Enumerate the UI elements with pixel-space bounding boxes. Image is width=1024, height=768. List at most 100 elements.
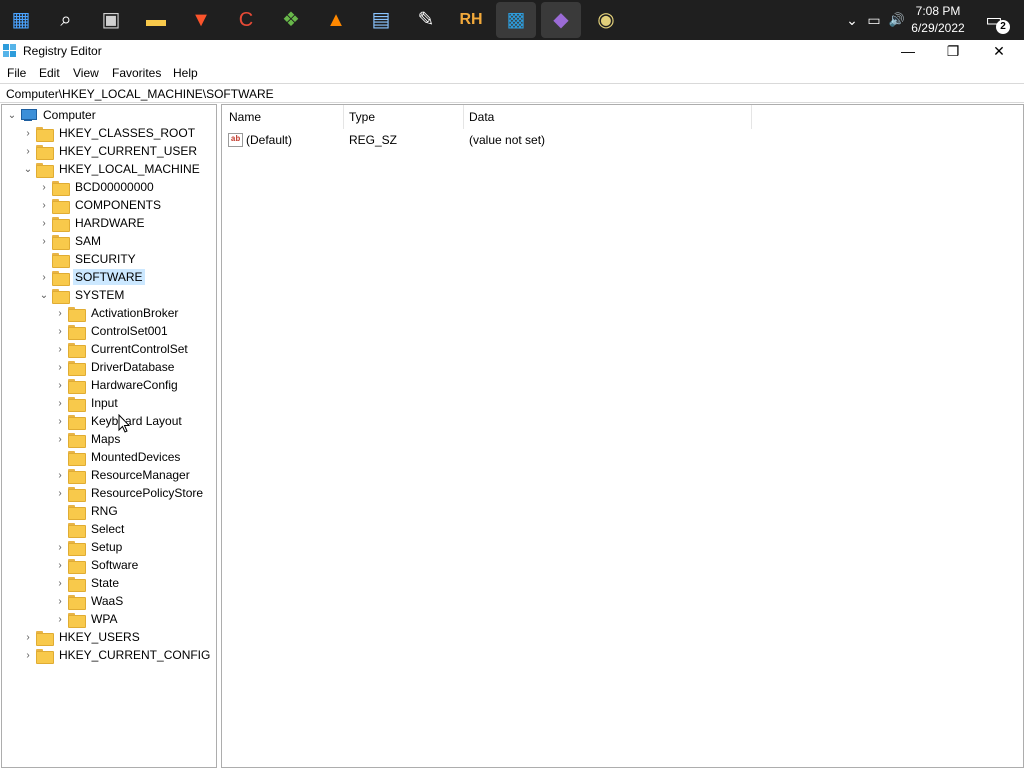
tree-node[interactable]: › HKEY_CURRENT_USER: [20, 142, 199, 160]
vlc-icon[interactable]: ▲: [316, 2, 356, 38]
brave-browser-icon-glyph: ▼: [191, 9, 211, 31]
volume-icon[interactable]: 🔊: [886, 0, 908, 40]
folder-icon: [68, 378, 86, 394]
tree-node[interactable]: › SOFTWARE: [36, 268, 145, 286]
tree-node[interactable]: RNG: [52, 502, 120, 520]
disc-icon-glyph: ◉: [597, 9, 615, 31]
tree-node[interactable]: › HKEY_USERS: [20, 628, 142, 646]
expand-chevron-icon[interactable]: ›: [52, 574, 68, 592]
value-row[interactable]: ab (Default) REG_SZ (value not set): [222, 131, 822, 149]
column-header-type[interactable]: Type: [342, 105, 464, 129]
column-header-name[interactable]: Name: [222, 105, 344, 129]
tree-node[interactable]: › Setup: [52, 538, 124, 556]
show-hidden-icons-chevron-icon[interactable]: ⌄: [842, 0, 862, 40]
tree-node[interactable]: ⌄ SYSTEM: [36, 286, 126, 304]
tree-node[interactable]: › COMPONENTS: [36, 196, 163, 214]
clock-date: 6/29/2022: [911, 21, 965, 35]
tree-node[interactable]: › HARDWARE: [36, 214, 147, 232]
minimize-button[interactable]: —: [885, 40, 931, 62]
tree-node[interactable]: › HKEY_CURRENT_CONFIG: [20, 646, 212, 664]
expand-chevron-icon[interactable]: ›: [20, 142, 36, 160]
address-bar[interactable]: Computer\HKEY_LOCAL_MACHINE\SOFTWARE: [0, 83, 1024, 103]
pen-tool-icon[interactable]: ✎: [406, 2, 446, 38]
expand-chevron-icon[interactable]: ›: [36, 196, 52, 214]
file-explorer-icon[interactable]: ▬: [136, 2, 176, 38]
tree-node[interactable]: › HKEY_CLASSES_ROOT: [20, 124, 197, 142]
tree-node[interactable]: › CurrentControlSet: [52, 340, 190, 358]
collapse-chevron-icon[interactable]: ⌄: [36, 286, 52, 304]
values-list-pane[interactable]: Name Type Data ab (Default) REG_SZ (valu…: [221, 104, 1024, 768]
expand-chevron-icon[interactable]: ›: [36, 178, 52, 196]
tree-node[interactable]: › ControlSet001: [52, 322, 170, 340]
computer-icon: [20, 108, 37, 122]
address-path[interactable]: Computer\HKEY_LOCAL_MACHINE\SOFTWARE: [6, 87, 274, 101]
expand-chevron-icon[interactable]: ›: [52, 376, 68, 394]
tree-node[interactable]: › ResourcePolicyStore: [52, 484, 205, 502]
expand-chevron-icon[interactable]: ›: [52, 466, 68, 484]
tree-node[interactable]: › Input: [52, 394, 120, 412]
tree-node[interactable]: › DriverDatabase: [52, 358, 176, 376]
expand-chevron-icon[interactable]: ›: [52, 304, 68, 322]
expand-chevron-icon[interactable]: ›: [52, 430, 68, 448]
expand-chevron-icon[interactable]: ›: [52, 592, 68, 610]
expand-chevron-icon[interactable]: ›: [20, 646, 36, 664]
expand-chevron-icon[interactable]: ›: [52, 610, 68, 628]
start-icon[interactable]: ▦: [1, 2, 41, 38]
clock[interactable]: 7:08 PM 6/29/2022: [908, 3, 968, 37]
visual-studio-installer-icon[interactable]: ◆: [541, 2, 581, 38]
expand-chevron-icon[interactable]: ›: [52, 340, 68, 358]
disc-icon[interactable]: ◉: [586, 2, 626, 38]
tree-node[interactable]: › Software: [52, 556, 140, 574]
tree-node[interactable]: › State: [52, 574, 121, 592]
menu-favorites[interactable]: Favorites: [112, 66, 161, 80]
expand-chevron-icon[interactable]: ›: [20, 628, 36, 646]
expand-chevron-icon[interactable]: ›: [52, 394, 68, 412]
expand-chevron-icon[interactable]: ›: [36, 214, 52, 232]
tree-node[interactable]: › HardwareConfig: [52, 376, 180, 394]
tree-node[interactable]: ⌄ HKEY_LOCAL_MACHINE: [20, 160, 202, 178]
expand-chevron-icon[interactable]: ›: [52, 322, 68, 340]
maximize-button[interactable]: ❐: [930, 40, 976, 62]
tree-node[interactable]: › ActivationBroker: [52, 304, 180, 322]
registry-tree-pane[interactable]: ⌄ Computer › HKEY_CLASSES_ROOT › HKEY_CURRE…: [1, 104, 217, 768]
expand-chevron-icon[interactable]: ›: [20, 124, 36, 142]
ccleaner-icon[interactable]: C: [226, 2, 266, 38]
tree-node[interactable]: › BCD00000000: [36, 178, 156, 196]
tree-node[interactable]: SECURITY: [36, 250, 138, 268]
tree-node-label: SECURITY: [75, 252, 136, 266]
menu-file[interactable]: File: [7, 66, 26, 80]
brave-browser-icon[interactable]: ▼: [181, 2, 221, 38]
tree-node[interactable]: › Maps: [52, 430, 122, 448]
notification-center-icon[interactable]: ▭: [974, 0, 1014, 40]
tree-node[interactable]: › ResourceManager: [52, 466, 192, 484]
expand-chevron-icon[interactable]: ›: [52, 538, 68, 556]
tree-node[interactable]: Select: [52, 520, 126, 538]
tree-node[interactable]: MountedDevices: [52, 448, 182, 466]
tree-node[interactable]: › WPA: [52, 610, 119, 628]
rh-icon-glyph: RH: [459, 11, 483, 28]
expand-chevron-icon[interactable]: ›: [52, 358, 68, 376]
tree-node[interactable]: › SAM: [36, 232, 103, 250]
collapse-chevron-icon[interactable]: ⌄: [20, 160, 36, 178]
expand-chevron-icon[interactable]: ›: [52, 412, 68, 430]
close-button[interactable]: ✕: [976, 40, 1022, 62]
task-view-icon[interactable]: ▣: [91, 2, 131, 38]
search-icon[interactable]: ⌕: [46, 2, 86, 38]
rh-icon[interactable]: RH: [451, 2, 491, 38]
column-header-data[interactable]: Data: [462, 105, 752, 129]
menu-view[interactable]: View: [73, 66, 99, 80]
registry-editor-icon[interactable]: ▩: [496, 2, 536, 38]
no-expander: [52, 520, 68, 538]
tree-node[interactable]: › WaaS: [52, 592, 125, 610]
expand-chevron-icon[interactable]: ›: [36, 232, 52, 250]
expand-chevron-icon[interactable]: ›: [52, 484, 68, 502]
expand-chevron-icon[interactable]: ›: [36, 268, 52, 286]
menu-help[interactable]: Help: [173, 66, 198, 80]
notepad-icon[interactable]: ▤: [361, 2, 401, 38]
windows-update-icon[interactable]: ❖: [271, 2, 311, 38]
expand-chevron-icon[interactable]: ›: [52, 556, 68, 574]
tree-node-computer[interactable]: ⌄ Computer: [4, 106, 98, 124]
network-icon[interactable]: ▭: [864, 0, 884, 40]
collapse-chevron-icon[interactable]: ⌄: [4, 106, 20, 124]
menu-edit[interactable]: Edit: [39, 66, 60, 80]
